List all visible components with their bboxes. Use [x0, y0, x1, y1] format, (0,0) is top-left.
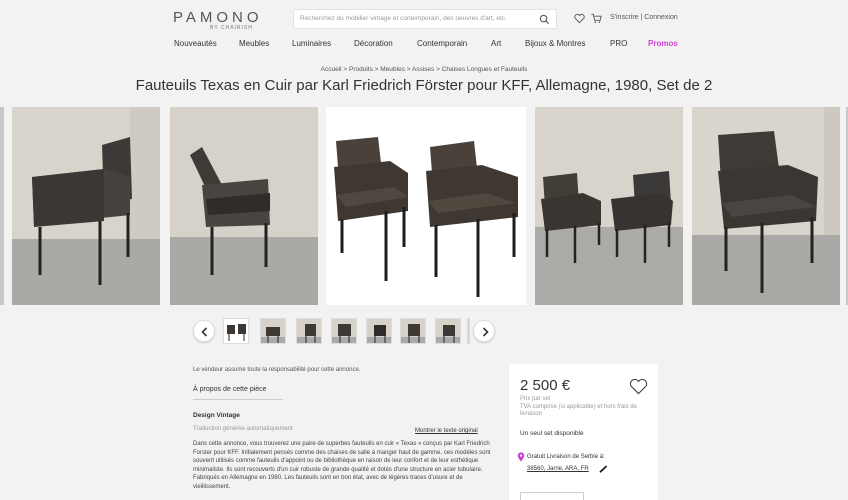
about-heading: À propos de cette pièce — [193, 386, 267, 393]
chair-photo-front-side — [12, 107, 160, 305]
thumbnail-6[interactable] — [400, 318, 426, 344]
nav-item-promos[interactable]: Promos — [648, 39, 678, 48]
thumbnail-7[interactable] — [435, 318, 461, 344]
location-pin-icon — [517, 452, 525, 462]
site-header: PAMONO BY CHAIRISH Recherchez du mobilie… — [0, 0, 848, 62]
chevron-left-icon — [201, 327, 208, 337]
price: 2 500 € — [520, 377, 571, 394]
nav-item-contemporain[interactable]: Contemporain — [417, 39, 467, 48]
tva-note: TVA comprise (si applicable) et hors fra… — [520, 404, 637, 417]
logo-wordmark: PAMONO — [173, 9, 263, 26]
gallery-photo-1[interactable] — [12, 107, 160, 305]
nav-item-bijoux-montres[interactable]: Bijoux & Montres — [525, 39, 585, 48]
chair-pair-photo-wall — [535, 107, 683, 305]
logo-tagline: BY CHAIRISH — [210, 25, 253, 31]
seller-responsibility-note: Le vendeur assume toute la responsabilit… — [193, 367, 361, 373]
site-logo[interactable]: PAMONO BY CHAIRISH — [173, 9, 277, 31]
nav-item-meubles[interactable]: Meubles — [239, 39, 269, 48]
show-original-link[interactable]: Montrer le texte original — [415, 428, 478, 434]
chair-pair-photo-white — [326, 107, 526, 305]
favorites-heart-icon[interactable] — [574, 13, 585, 24]
thumbnail-3[interactable] — [296, 318, 322, 344]
thumbnail-4[interactable] — [331, 318, 357, 344]
product-description: Dans cette annonce, vous trouverez une p… — [193, 441, 491, 490]
pencil-edit-icon[interactable] — [599, 465, 608, 473]
nav-item-nouveautes[interactable]: Nouveautés — [174, 39, 217, 48]
search-placeholder: Recherchez du mobilier vintage et contem… — [300, 15, 507, 22]
cart-icon[interactable] — [591, 13, 602, 24]
seller-name[interactable]: Design Vintage — [193, 412, 240, 419]
nav-item-art[interactable]: Art — [491, 39, 501, 48]
search-input[interactable]: Recherchez du mobilier vintage et contem… — [293, 9, 557, 29]
chevron-right-icon — [482, 327, 489, 337]
delivery-info: Gratuit Livraison de Serbie à: — [527, 454, 605, 460]
nav-item-pro[interactable]: PRO — [610, 39, 627, 48]
thumbnail-1[interactable] — [223, 318, 249, 344]
thumbnail-2[interactable] — [260, 318, 286, 344]
gallery-photo-3[interactable] — [535, 107, 683, 305]
stock-status: Un seul set disponible — [520, 430, 584, 437]
chair-photo-front — [692, 107, 840, 305]
chair-photo-side — [170, 107, 318, 305]
thumbnail-chair-icon — [367, 319, 391, 343]
auth-links[interactable]: S'inscrire | Connexion — [610, 14, 678, 21]
thumbnail-chairs-icon — [227, 324, 246, 341]
thumbnail-8-partial[interactable] — [467, 318, 470, 344]
main-nav: Nouveautés Meubles Luminaires Décoration… — [0, 39, 848, 53]
search-icon[interactable] — [539, 14, 550, 25]
gallery-photo-2[interactable] — [170, 107, 318, 305]
breadcrumb[interactable]: Accueil > Produits > Meubles > Assises >… — [0, 66, 848, 73]
about-underline — [193, 399, 283, 400]
gallery-next-button[interactable] — [473, 320, 495, 342]
favorite-heart-icon[interactable] — [629, 378, 648, 395]
gallery-photo-partial-left[interactable] — [0, 107, 4, 305]
thumbnail-chair-icon — [332, 319, 356, 343]
delivery-location-link[interactable]: 38560, Jarrie, ARA, FR — [527, 466, 589, 472]
thumbnail-chair-icon — [401, 319, 425, 343]
gallery-prev-button[interactable] — [193, 320, 215, 342]
purchase-card: 2 500 € Prix par set TVA comprise (si ap… — [509, 364, 658, 500]
quantity-box[interactable] — [520, 492, 584, 500]
product-title: Fauteuils Texas en Cuir par Karl Friedri… — [135, 77, 713, 94]
auto-translation-label: Traduction générée automatiquement — [193, 426, 293, 432]
gallery-photo-main[interactable] — [326, 107, 526, 305]
nav-item-decoration[interactable]: Décoration — [354, 39, 393, 48]
thumbnail-5[interactable] — [366, 318, 392, 344]
nav-item-luminaires[interactable]: Luminaires — [292, 39, 331, 48]
price-per-label: Prix par set — [520, 396, 551, 402]
thumbnail-chair-icon — [261, 319, 285, 343]
thumbnail-chair-icon — [297, 319, 321, 343]
thumbnail-chair-icon — [436, 319, 460, 343]
gallery-photo-4[interactable] — [692, 107, 840, 305]
